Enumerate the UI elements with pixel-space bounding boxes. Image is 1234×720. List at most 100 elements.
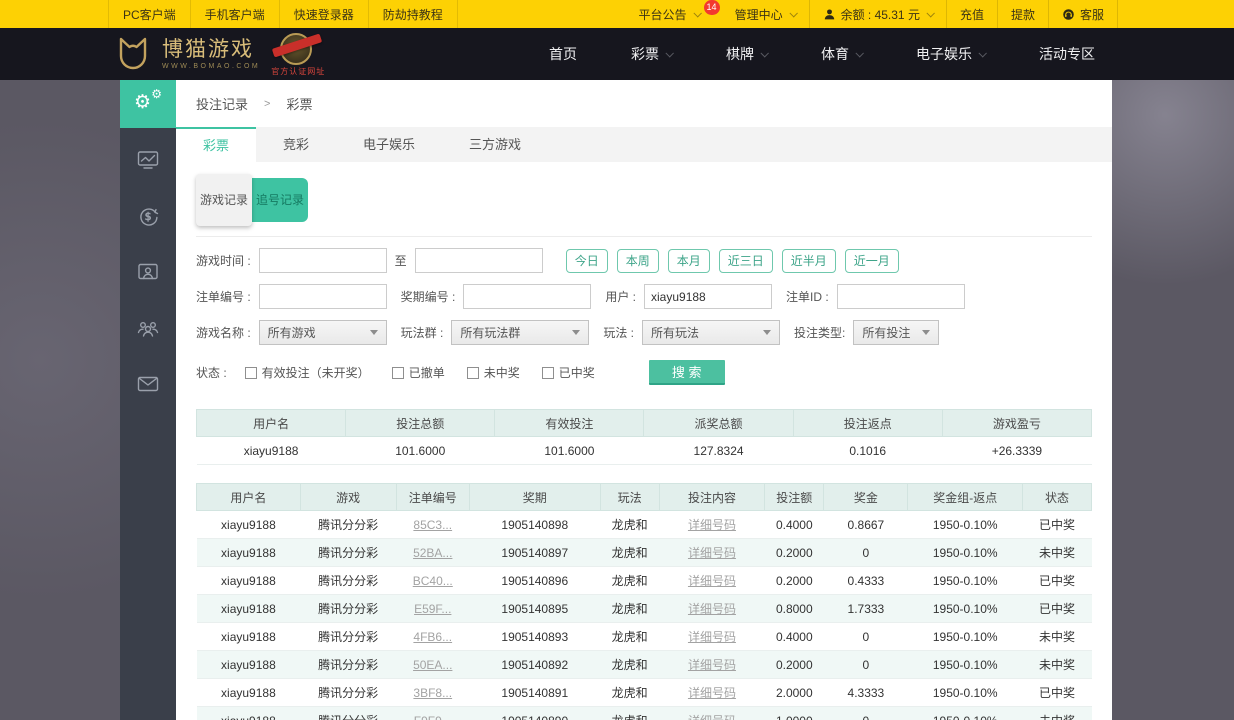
- bet-detail-link[interactable]: 详细号码: [688, 518, 736, 532]
- balance-dropdown[interactable]: 余额 : 45.31 元: [808, 0, 946, 28]
- cell-play: 龙虎和: [600, 650, 660, 679]
- table-header-cell: 投注内容: [659, 483, 766, 511]
- cell-game: 腾讯分分彩: [300, 706, 397, 720]
- topbar-link[interactable]: 防劫持教程: [369, 0, 458, 28]
- status-checkbox-option[interactable]: 有效投注（未开奖）: [244, 364, 370, 381]
- admin-center-label: 管理中心: [734, 7, 783, 22]
- cell-game: 腾讯分分彩: [300, 538, 397, 567]
- bet-detail-link[interactable]: 详细号码: [688, 630, 736, 644]
- status-checkbox-option[interactable]: 已中奖: [541, 364, 595, 381]
- quick-date-button[interactable]: 今日: [565, 248, 608, 273]
- table-header-cell: 投注额: [764, 483, 825, 511]
- platform-notice-button[interactable]: 平台公告 14: [626, 0, 722, 28]
- bet-detail-link[interactable]: 详细号码: [688, 658, 736, 672]
- panel-body: 游戏记录 追号记录 游戏时间 : 至 今日 本周 本月 近三日 近半月 近一月 注单编号 …: [176, 162, 1112, 720]
- bet-type-label: 投注类型:: [794, 326, 846, 340]
- order-number-link[interactable]: 85C3...: [413, 518, 452, 532]
- cell-amount: 0.2000: [764, 650, 824, 679]
- bet-detail-link[interactable]: 详细号码: [688, 546, 736, 560]
- tab-sports-lottery[interactable]: 竞彩: [256, 127, 336, 162]
- svg-text:$: $: [145, 210, 152, 223]
- quick-date-button[interactable]: 本月: [667, 248, 710, 273]
- table-row: xiayu9188 腾讯分分彩 E59F... 1905140895 龙虎和 详细号码 0.…: [196, 594, 1092, 623]
- bet-detail-link[interactable]: 详细号码: [688, 686, 736, 700]
- tab-e-entertainment[interactable]: 电子娱乐: [336, 127, 442, 162]
- sidebar-item-settings[interactable]: ⚙ ⚙: [120, 80, 176, 128]
- breadcrumb: 投注记录 > 彩票: [176, 80, 1112, 127]
- nav-item[interactable]: 彩票: [604, 28, 699, 80]
- checkbox[interactable]: [541, 366, 554, 379]
- bet-detail-link[interactable]: 详细号码: [688, 602, 736, 616]
- summary-header-cell: 用户名: [195, 409, 347, 437]
- quick-date-button[interactable]: 近半月: [781, 248, 836, 273]
- breadcrumb-item[interactable]: 投注记录: [196, 94, 248, 113]
- bet-type-select-value: 所有投注: [862, 326, 911, 340]
- order-number-link[interactable]: 4FB6...: [413, 630, 452, 644]
- play-group-select[interactable]: 所有玩法群: [451, 320, 590, 345]
- quick-date-button[interactable]: 本周: [616, 248, 659, 273]
- play-select[interactable]: 所有玩法: [642, 320, 781, 345]
- sidebar-item-account[interactable]: [120, 248, 176, 296]
- bet-detail-link[interactable]: 详细号码: [688, 574, 736, 588]
- bet-type-select[interactable]: 所有投注: [853, 320, 940, 345]
- quick-date-button[interactable]: 近一月: [844, 248, 899, 273]
- status-checkbox-option[interactable]: 已撤单: [391, 364, 445, 381]
- order-number-link[interactable]: 3BF8...: [413, 686, 452, 700]
- admin-center-button[interactable]: 管理中心: [722, 0, 809, 28]
- account-icon: [138, 263, 158, 280]
- time-end-input[interactable]: [414, 248, 543, 273]
- checkbox[interactable]: [466, 366, 479, 379]
- subtab-game-records[interactable]: 游戏记录: [196, 174, 252, 226]
- search-button[interactable]: 搜 索: [648, 360, 725, 385]
- topbar-link[interactable]: 手机客户端: [191, 0, 280, 28]
- withdraw-button[interactable]: 提款: [996, 0, 1049, 28]
- subtab-chase-records[interactable]: 追号记录: [252, 188, 308, 212]
- order-number-link[interactable]: E59F...: [414, 602, 451, 616]
- order-number-input[interactable]: [258, 284, 387, 309]
- order-id-input[interactable]: [836, 284, 965, 309]
- order-number-link[interactable]: F9F9...: [414, 714, 452, 720]
- table-header-cell: 状态: [1022, 483, 1092, 511]
- nav-item[interactable]: 棋牌: [699, 28, 794, 80]
- game-select[interactable]: 所有游戏: [258, 320, 387, 345]
- breadcrumb-item-current: 彩票: [286, 97, 313, 112]
- summary-cell: 127.8324: [643, 436, 794, 465]
- quick-date-button[interactable]: 近三日: [718, 248, 773, 273]
- status-checkbox-option[interactable]: 未中奖: [466, 364, 520, 381]
- order-number-link[interactable]: 50EA...: [413, 658, 452, 672]
- issue-number-input[interactable]: [463, 284, 592, 309]
- nav-label: 活动专区: [1039, 46, 1095, 62]
- checkbox[interactable]: [391, 366, 404, 379]
- checkbox-label: 有效投注（未开奖）: [261, 366, 370, 380]
- recharge-button[interactable]: 充值: [945, 0, 997, 28]
- customer-service-button[interactable]: 客服: [1049, 0, 1118, 28]
- chevron-down-icon: [760, 49, 769, 58]
- cell-prize: 0: [823, 622, 908, 651]
- sidebar-item-transactions[interactable]: $: [120, 192, 176, 240]
- nav-item[interactable]: 活动专区: [1012, 28, 1122, 80]
- sidebar-item-dashboard[interactable]: [120, 136, 176, 184]
- order-number-link[interactable]: BC40...: [413, 574, 453, 588]
- bet-detail-link[interactable]: 详细号码: [688, 714, 736, 720]
- nav-item[interactable]: 首页: [522, 28, 604, 80]
- cell-game: 腾讯分分彩: [300, 622, 397, 651]
- summary-cell: 101.6000: [345, 436, 495, 465]
- time-start-input[interactable]: [258, 248, 387, 273]
- nav-item[interactable]: 电子娱乐: [889, 28, 1012, 80]
- table-row: xiayu9188 腾讯分分彩 85C3... 1905140898 龙虎和 详细号码 0.…: [196, 510, 1092, 539]
- sidebar-item-team[interactable]: [120, 304, 176, 352]
- site-logo[interactable]: 博猫游戏 WWW.BOMAO.COM 官方认证网址: [113, 31, 324, 77]
- checkbox[interactable]: [244, 366, 257, 379]
- order-number-link[interactable]: 52BA...: [413, 546, 452, 560]
- cell-play: 龙虎和: [600, 566, 660, 595]
- chevron-down-icon: [789, 9, 798, 18]
- topbar-link[interactable]: 快速登录器: [280, 0, 369, 28]
- nav-item[interactable]: 体育: [794, 28, 889, 80]
- official-seal: 官方认证网址: [271, 31, 324, 77]
- sidebar-item-messages[interactable]: [120, 360, 176, 408]
- tab-lottery[interactable]: 彩票: [176, 127, 257, 162]
- user-input[interactable]: [644, 284, 773, 309]
- user-label: 用户 :: [605, 290, 637, 304]
- tab-third-party-games[interactable]: 三方游戏: [442, 127, 548, 162]
- topbar-link[interactable]: PC客户端: [108, 0, 191, 28]
